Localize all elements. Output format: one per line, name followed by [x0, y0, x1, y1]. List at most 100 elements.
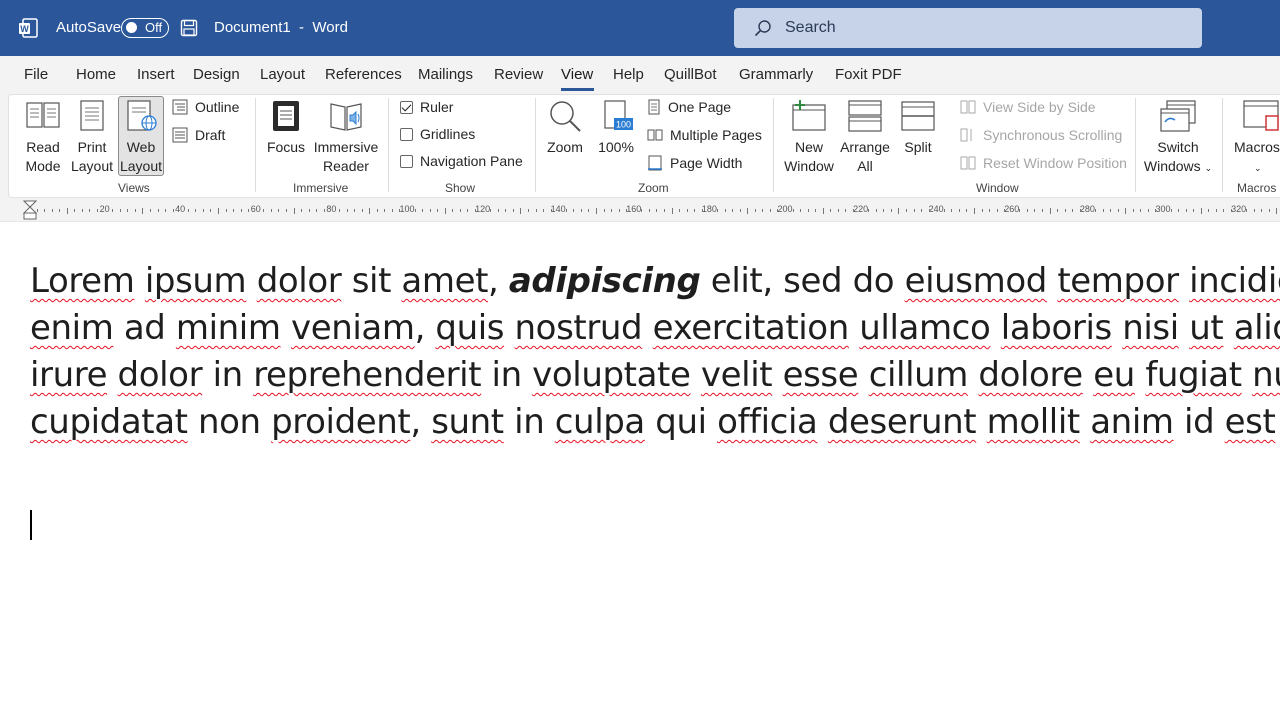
new-window-button[interactable]: New Window: [783, 100, 835, 176]
misspelled-word: culpa: [554, 402, 646, 442]
ruler-tick: [248, 209, 250, 212]
ruler-tick: [142, 208, 144, 214]
misspelled-word: eu: [1093, 355, 1135, 395]
ruler-tick: [202, 209, 204, 212]
document-title: Document1 - Word: [214, 19, 348, 36]
ruler-tick: [1223, 209, 1225, 212]
misspelled-word: Lorem: [30, 261, 135, 301]
search-box[interactable]: Search: [734, 8, 1202, 48]
document-line[interactable]: enim ad minim veniam, quis nostrud exerc…: [30, 305, 1280, 352]
ruler-tick: [913, 209, 915, 212]
text-run: [1080, 402, 1090, 442]
misspelled-word: officia: [717, 402, 818, 442]
misspelled-word: cillum: [868, 355, 969, 395]
outline-button[interactable]: Outline: [172, 99, 239, 115]
autosave-state: Off: [145, 20, 163, 35]
split-label: Split: [904, 139, 932, 155]
tab-view[interactable]: View: [561, 66, 593, 83]
document-line[interactable]: irure dolor in reprehenderit in voluptat…: [30, 352, 1280, 399]
ruler-checkbox-box[interactable]: [400, 100, 413, 114]
misspelled-word: anim: [1090, 402, 1174, 442]
synchronous-scrolling-label: Synchronous Scrolling: [983, 127, 1123, 143]
document-body[interactable]: Lorem ipsum dolor sit amet, adipiscing e…: [30, 258, 1280, 446]
focus-button[interactable]: Focus: [265, 100, 307, 157]
document-canvas[interactable]: Lorem ipsum dolor sit amet, adipiscing e…: [0, 222, 1280, 720]
zoom-100-button[interactable]: 100 100%: [596, 100, 636, 157]
zoom-icon: [550, 101, 581, 132]
gridlines-checkbox[interactable]: Gridlines: [400, 126, 475, 142]
text-run: ,: [410, 402, 432, 442]
arrange-all-button[interactable]: Arrange All: [839, 100, 891, 176]
synchronous-scrolling-button[interactable]: Synchronous Scrolling: [960, 127, 1122, 143]
document-line[interactable]: Lorem ipsum dolor sit amet, adipiscing e…: [30, 258, 1280, 305]
ruler-tick: [588, 209, 590, 212]
tab-design[interactable]: Design: [193, 66, 240, 83]
ruler-tick: [966, 209, 968, 212]
tab-insert[interactable]: Insert: [137, 66, 175, 83]
zoom-label: Zoom: [547, 139, 583, 155]
tab-file[interactable]: File: [24, 66, 48, 83]
misspelled-word: deserunt: [827, 402, 977, 442]
web-layout-button[interactable]: Web Layout: [118, 100, 164, 176]
tab-quillbot[interactable]: QuillBot: [664, 66, 717, 83]
immersive-group-label: Immersive: [293, 181, 349, 195]
tab-layout[interactable]: Layout: [260, 66, 305, 83]
immersive-reader-button[interactable]: Immersive Reader: [312, 100, 380, 176]
switch-windows-button[interactable]: Switch Windows ⌄: [1142, 100, 1214, 178]
draft-button[interactable]: Draft: [172, 127, 225, 143]
arrange-all-icon: [848, 100, 882, 132]
indent-marker-icon[interactable]: [23, 200, 37, 220]
macros-button[interactable]: Macros ⌄: [1230, 100, 1280, 178]
zoom-group-label: Zoom: [638, 181, 669, 195]
ruler-tick: [1049, 208, 1051, 214]
document-line[interactable]: cupidatat non proident, sunt in culpa qu…: [30, 399, 1280, 446]
ruler[interactable]: 20 40 60 80 100 120 140 160 180 200 220 240 260 280 30…: [0, 200, 1280, 222]
gridlines-checkbox-box[interactable]: [400, 127, 413, 141]
misspelled-word: sunt: [431, 402, 504, 442]
tab-foxit-pdf[interactable]: Foxit PDF: [835, 66, 902, 83]
misspelled-word: veniam: [290, 308, 415, 348]
view-side-by-side-button[interactable]: View Side by Side: [960, 99, 1096, 115]
misspelled-word: enim: [30, 308, 114, 348]
ruler-tick: [240, 209, 242, 212]
read-mode-button[interactable]: Read Mode: [22, 100, 64, 176]
ruler-checkbox[interactable]: Ruler: [400, 99, 453, 115]
tab-grammarly[interactable]: Grammarly: [739, 66, 813, 83]
ruler-tick: [1215, 209, 1217, 212]
tab-mailings[interactable]: Mailings: [418, 66, 473, 83]
ruler-tick: [354, 209, 356, 212]
split-button[interactable]: Split: [897, 100, 939, 157]
ruler-tick: [263, 209, 265, 212]
tab-review[interactable]: Review: [494, 66, 543, 83]
ruler-tick: [989, 209, 991, 212]
autosave-toggle[interactable]: Off: [121, 18, 169, 38]
ruler-tick: [1208, 209, 1210, 212]
text-run: [976, 402, 986, 442]
tab-references[interactable]: References: [325, 66, 402, 83]
ruler-tick: [974, 208, 975, 214]
reset-window-position-button[interactable]: Reset Window Position: [960, 155, 1127, 171]
navigation-pane-checkbox[interactable]: Navigation Pane: [400, 153, 523, 169]
ruler-tick: [868, 209, 870, 212]
ruler-tick: [1004, 209, 1006, 212]
zoom-button[interactable]: Zoom: [544, 100, 586, 157]
ruler-tick: [1246, 209, 1248, 212]
word-logo-icon[interactable]: W: [18, 17, 38, 39]
one-page-button[interactable]: One Page: [647, 99, 731, 115]
save-icon[interactable]: [180, 19, 198, 37]
ruler-tick: [648, 209, 650, 212]
arrange-all-label-2: All: [857, 158, 873, 174]
immersive-reader-label-2: Reader: [323, 158, 369, 174]
ruler-tick: [1117, 209, 1119, 212]
page-width-button[interactable]: Page Width: [647, 155, 742, 171]
misspelled-word: minim: [175, 308, 281, 348]
navigation-pane-checkbox-box[interactable]: [400, 154, 413, 168]
group-separator: [1222, 98, 1223, 192]
tab-home[interactable]: Home: [76, 66, 116, 83]
ruler-tick: [996, 209, 998, 212]
tab-help[interactable]: Help: [613, 66, 644, 83]
ruler-tick: [112, 209, 114, 212]
multiple-pages-button[interactable]: Multiple Pages: [647, 127, 762, 143]
print-layout-button[interactable]: Print Layout: [70, 100, 114, 176]
ruler-label: 240: [928, 204, 944, 214]
